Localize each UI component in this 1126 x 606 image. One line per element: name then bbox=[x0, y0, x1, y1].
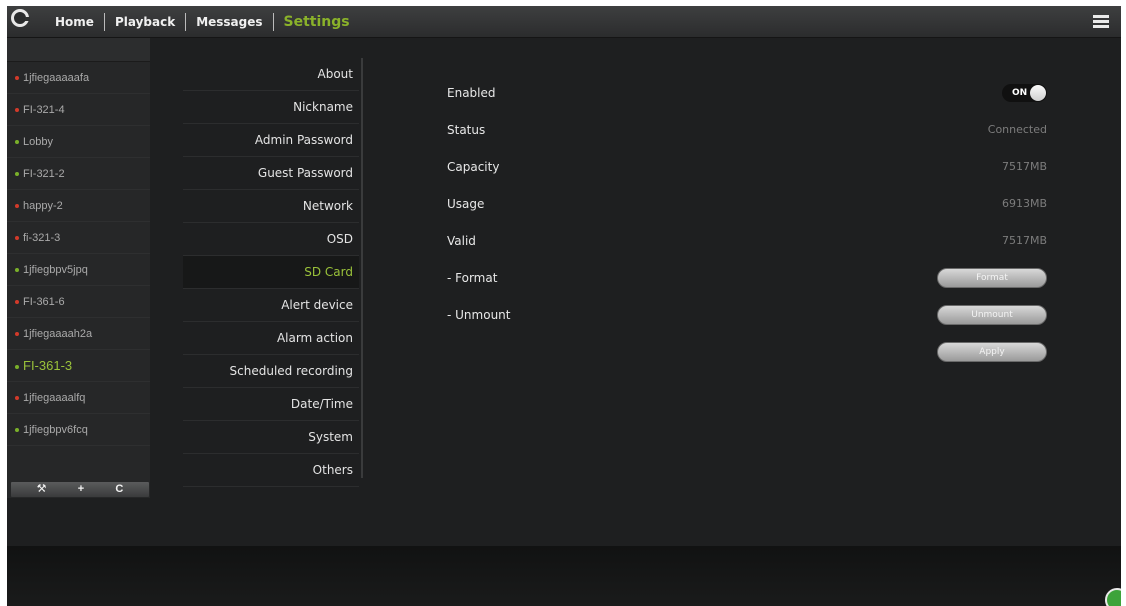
nav-playback[interactable]: Playback bbox=[105, 13, 187, 31]
enabled-label: Enabled bbox=[447, 86, 496, 100]
apply-button[interactable]: Apply bbox=[937, 342, 1047, 362]
status-dot-icon bbox=[15, 140, 19, 145]
menu-item-nickname[interactable]: Nickname bbox=[183, 91, 359, 124]
top-nav-bar: Home Playback Messages Settings bbox=[7, 6, 1121, 38]
menu-item-admin-password[interactable]: Admin Password bbox=[183, 124, 359, 157]
device-name: happy-2 bbox=[23, 200, 63, 212]
device-name: FI-361-6 bbox=[23, 296, 65, 308]
status-dot-icon bbox=[15, 204, 19, 209]
menu-item-osd[interactable]: OSD bbox=[183, 223, 359, 256]
settings-menu: About Nickname Admin Password Guest Pass… bbox=[183, 58, 363, 487]
device-name: 1jfiegbpv5jpq bbox=[23, 264, 88, 276]
unmount-button[interactable]: Unmount bbox=[937, 305, 1047, 325]
menu-item-alert-device[interactable]: Alert device bbox=[183, 289, 359, 322]
device-item[interactable]: Lobby bbox=[7, 126, 150, 158]
menu-item-scheduled-recording[interactable]: Scheduled recording bbox=[183, 355, 359, 388]
status-dot-icon bbox=[15, 364, 19, 369]
device-name: 1jfiegaaaaafa bbox=[23, 72, 90, 84]
device-name: Lobby bbox=[23, 136, 53, 148]
status-label: Status bbox=[447, 123, 486, 137]
valid-value: 7517MB bbox=[1001, 234, 1047, 247]
usage-row: Usage 6913MB bbox=[447, 187, 1047, 224]
status-indicator-icon[interactable] bbox=[1105, 588, 1121, 606]
device-item[interactable]: 1jfiegaaaalfq bbox=[7, 382, 150, 414]
menu-item-alarm-action[interactable]: Alarm action bbox=[183, 322, 359, 355]
status-dot-icon bbox=[15, 108, 19, 113]
status-dot-icon bbox=[15, 172, 19, 177]
hamburger-menu-icon[interactable] bbox=[1093, 15, 1109, 28]
toggle-state-label: ON bbox=[1012, 88, 1028, 98]
device-name: FI-321-4 bbox=[23, 104, 65, 116]
refresh-icon[interactable]: C bbox=[115, 482, 123, 497]
menu-item-sd-card[interactable]: SD Card bbox=[183, 256, 359, 289]
device-item[interactable]: happy-2 bbox=[7, 190, 150, 222]
capacity-label: Capacity bbox=[447, 160, 500, 174]
menu-item-about[interactable]: About bbox=[183, 58, 359, 91]
status-row: Status Connected bbox=[447, 113, 1047, 150]
device-name: 1jfiegbpv6fcq bbox=[23, 424, 88, 436]
status-value: Connected bbox=[987, 123, 1047, 136]
valid-row: Valid 7517MB bbox=[447, 224, 1047, 261]
device-list-header bbox=[7, 38, 150, 62]
device-name: 1jfiegaaaah2a bbox=[23, 328, 93, 340]
plus-icon[interactable]: + bbox=[78, 482, 84, 497]
footer-bar bbox=[7, 546, 1121, 606]
device-item[interactable]: FI-321-2 bbox=[7, 158, 150, 190]
device-item-selected[interactable]: FI-361-3 bbox=[7, 350, 150, 382]
format-row: - Format Format bbox=[447, 261, 1047, 298]
device-item[interactable]: FI-361-6 bbox=[7, 286, 150, 318]
usage-label: Usage bbox=[447, 197, 485, 211]
status-dot-icon bbox=[15, 428, 19, 433]
toggle-knob-icon bbox=[1030, 85, 1046, 101]
menu-item-others[interactable]: Others bbox=[183, 454, 359, 487]
nav-home[interactable]: Home bbox=[41, 13, 105, 31]
format-label: - Format bbox=[447, 271, 498, 285]
unmount-label: - Unmount bbox=[447, 308, 511, 322]
wrench-icon[interactable]: ⚒ bbox=[37, 482, 47, 497]
status-dot-icon bbox=[15, 268, 19, 273]
main-nav: Home Playback Messages Settings bbox=[41, 6, 360, 38]
device-list: 1jfiegaaaaafa FI-321-4 Lobby FI-321-2 ha… bbox=[7, 38, 150, 498]
device-item[interactable]: 1jfiegaaaah2a bbox=[7, 318, 150, 350]
apply-row: Apply bbox=[447, 335, 1047, 372]
status-dot-icon bbox=[15, 332, 19, 337]
format-button[interactable]: Format bbox=[937, 268, 1047, 288]
device-name: FI-321-2 bbox=[23, 168, 65, 180]
status-dot-icon bbox=[15, 300, 19, 305]
device-item[interactable]: 1jfiegaaaaafa bbox=[7, 62, 150, 94]
device-toolbar: ⚒ + C bbox=[11, 482, 149, 497]
menu-item-system[interactable]: System bbox=[183, 421, 359, 454]
enabled-row: Enabled ON bbox=[447, 76, 1047, 113]
valid-label: Valid bbox=[447, 234, 476, 248]
device-item[interactable]: 1jfiegbpv6fcq bbox=[7, 414, 150, 446]
device-item[interactable]: FI-321-4 bbox=[7, 94, 150, 126]
device-name: fi-321-3 bbox=[23, 232, 61, 244]
menu-divider bbox=[361, 58, 363, 478]
usage-value: 6913MB bbox=[1001, 197, 1047, 210]
app-window: Home Playback Messages Settings 1jfiegaa… bbox=[7, 6, 1121, 606]
app-logo-icon bbox=[11, 9, 30, 27]
device-name: 1jfiegaaaalfq bbox=[23, 392, 86, 404]
unmount-row: - Unmount Unmount bbox=[447, 298, 1047, 335]
menu-item-date-time[interactable]: Date/Time bbox=[183, 388, 359, 421]
menu-item-guest-password[interactable]: Guest Password bbox=[183, 157, 359, 190]
device-item[interactable]: fi-321-3 bbox=[7, 222, 150, 254]
device-name: FI-361-3 bbox=[23, 358, 73, 373]
capacity-row: Capacity 7517MB bbox=[447, 150, 1047, 187]
nav-messages[interactable]: Messages bbox=[186, 13, 274, 31]
menu-item-network[interactable]: Network bbox=[183, 190, 359, 223]
nav-settings[interactable]: Settings bbox=[274, 13, 360, 31]
sd-card-settings: Enabled ON Status Connected Capacity 751… bbox=[447, 76, 1047, 372]
device-item[interactable]: 1jfiegbpv5jpq bbox=[7, 254, 150, 286]
capacity-value: 7517MB bbox=[1001, 160, 1047, 173]
enabled-toggle[interactable]: ON bbox=[1002, 84, 1047, 102]
status-dot-icon bbox=[15, 236, 19, 241]
status-dot-icon bbox=[15, 76, 19, 81]
status-dot-icon bbox=[15, 396, 19, 401]
